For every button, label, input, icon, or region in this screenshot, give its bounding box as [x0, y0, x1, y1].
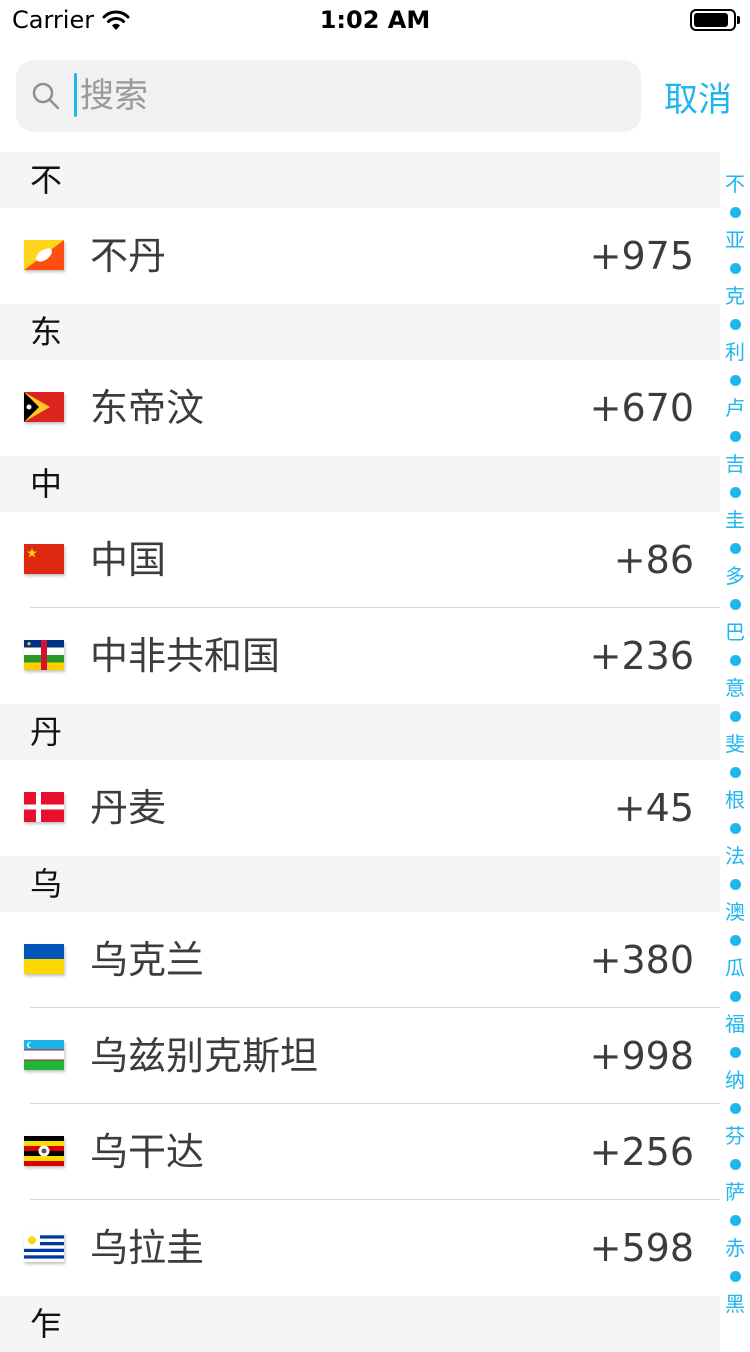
index-letter[interactable]: 亚	[720, 226, 750, 254]
country-row[interactable]: 乌干达 +256	[0, 1104, 720, 1200]
country-name: 乌干达	[90, 1130, 205, 1174]
index-separator-dot	[720, 926, 750, 954]
index-letter[interactable]: 澳	[720, 898, 750, 926]
country-row[interactable]: 丹麦 +45	[0, 760, 720, 856]
flag-ukraine-icon	[24, 944, 64, 974]
index-separator-dot	[720, 870, 750, 898]
index-separator-dot	[720, 702, 750, 730]
index-letter[interactable]: 克	[720, 282, 750, 310]
battery-level-fill	[694, 13, 729, 27]
index-separator-dot	[720, 590, 750, 618]
country-name: 乌兹别克斯坦	[90, 1034, 319, 1078]
cancel-button[interactable]: 取消	[664, 72, 732, 121]
index-separator-dot	[720, 646, 750, 674]
dial-code: +670	[589, 386, 694, 430]
index-letter[interactable]: 黑	[720, 1290, 750, 1318]
index-letter[interactable]: 卢	[720, 394, 750, 422]
country-row[interactable]: 中国 +86	[0, 512, 720, 608]
index-separator-dot	[720, 422, 750, 450]
country-name: 中国	[90, 538, 167, 582]
country-row[interactable]: 中非共和国 +236	[0, 608, 720, 704]
index-letter[interactable]: 瓜	[720, 954, 750, 982]
section-header: 中	[0, 456, 720, 512]
section-header: 不	[0, 152, 720, 208]
country-row[interactable]: 乌克兰 +380	[0, 912, 720, 1008]
battery-icon	[690, 9, 740, 31]
dial-code: +256	[589, 1130, 694, 1174]
section-header: 乍	[0, 1296, 720, 1352]
section-index-bar[interactable]: 不亚克利卢吉圭多巴意斐根法澳瓜福纳芬萨赤黑	[720, 170, 750, 1318]
country-row[interactable]: 东帝汶 +670	[0, 360, 720, 456]
index-letter[interactable]: 利	[720, 338, 750, 366]
country-row[interactable]: 乌兹别克斯坦 +998	[0, 1008, 720, 1104]
index-separator-dot	[720, 478, 750, 506]
country-name: 乌克兰	[90, 938, 205, 982]
search-icon	[32, 82, 60, 110]
index-letter[interactable]: 芬	[720, 1122, 750, 1150]
dial-code: +998	[589, 1034, 694, 1078]
flag-uganda-icon	[24, 1136, 64, 1166]
country-name: 东帝汶	[90, 386, 205, 430]
country-name: 乌拉圭	[90, 1226, 205, 1270]
section-header: 乌	[0, 856, 720, 912]
index-letter[interactable]: 多	[720, 562, 750, 590]
flag-uzbekistan-icon	[24, 1040, 64, 1070]
country-list[interactable]: 不不丹 +975 东东帝汶 +670 中中国 +86 中非共和国 +236 丹丹麦 +45 乌乌克兰…	[0, 152, 720, 1352]
country-name: 不丹	[90, 234, 167, 278]
section-header: 丹	[0, 704, 720, 760]
country-row[interactable]: 不丹 +975	[0, 208, 720, 304]
index-letter[interactable]: 圭	[720, 506, 750, 534]
dial-code: +975	[589, 234, 694, 278]
index-letter[interactable]: 纳	[720, 1066, 750, 1094]
index-letter[interactable]: 根	[720, 786, 750, 814]
status-time: 1:02 AM	[319, 6, 431, 34]
index-separator-dot	[720, 982, 750, 1010]
index-separator-dot	[720, 1038, 750, 1066]
index-letter[interactable]: 不	[720, 170, 750, 198]
dial-code: +380	[589, 938, 694, 982]
index-separator-dot	[720, 254, 750, 282]
text-cursor	[74, 73, 77, 117]
index-separator-dot	[720, 1150, 750, 1178]
search-bar[interactable]	[16, 60, 641, 132]
country-name: 丹麦	[90, 786, 167, 830]
index-letter[interactable]: 意	[720, 674, 750, 702]
index-letter[interactable]: 萨	[720, 1178, 750, 1206]
status-bar: Carrier 1:02 AM	[0, 0, 750, 40]
dial-code: +598	[589, 1226, 694, 1270]
index-separator-dot	[720, 198, 750, 226]
index-separator-dot	[720, 534, 750, 562]
index-separator-dot	[720, 1262, 750, 1290]
index-letter[interactable]: 赤	[720, 1234, 750, 1262]
country-name: 中非共和国	[90, 634, 281, 678]
flag-china-icon	[24, 544, 64, 574]
flag-denmark-icon	[24, 792, 64, 822]
index-letter[interactable]: 吉	[720, 450, 750, 478]
index-letter[interactable]: 斐	[720, 730, 750, 758]
search-row: 取消	[0, 40, 750, 152]
index-letter[interactable]: 巴	[720, 618, 750, 646]
index-separator-dot	[720, 1206, 750, 1234]
country-row[interactable]: 乌拉圭 +598	[0, 1200, 720, 1296]
index-separator-dot	[720, 758, 750, 786]
flag-bhutan-icon	[24, 240, 64, 270]
flag-uruguay-icon	[24, 1232, 64, 1262]
search-input[interactable]	[80, 70, 620, 122]
dial-code: +86	[613, 538, 694, 582]
index-letter[interactable]: 法	[720, 842, 750, 870]
index-separator-dot	[720, 366, 750, 394]
index-separator-dot	[720, 1094, 750, 1122]
flag-central-african-republic-icon	[24, 640, 64, 670]
dial-code: +236	[589, 634, 694, 678]
dial-code: +45	[613, 786, 694, 830]
section-header: 东	[0, 304, 720, 360]
flag-east-timor-icon	[24, 392, 64, 422]
index-letter[interactable]: 福	[720, 1010, 750, 1038]
index-separator-dot	[720, 814, 750, 842]
index-separator-dot	[720, 310, 750, 338]
